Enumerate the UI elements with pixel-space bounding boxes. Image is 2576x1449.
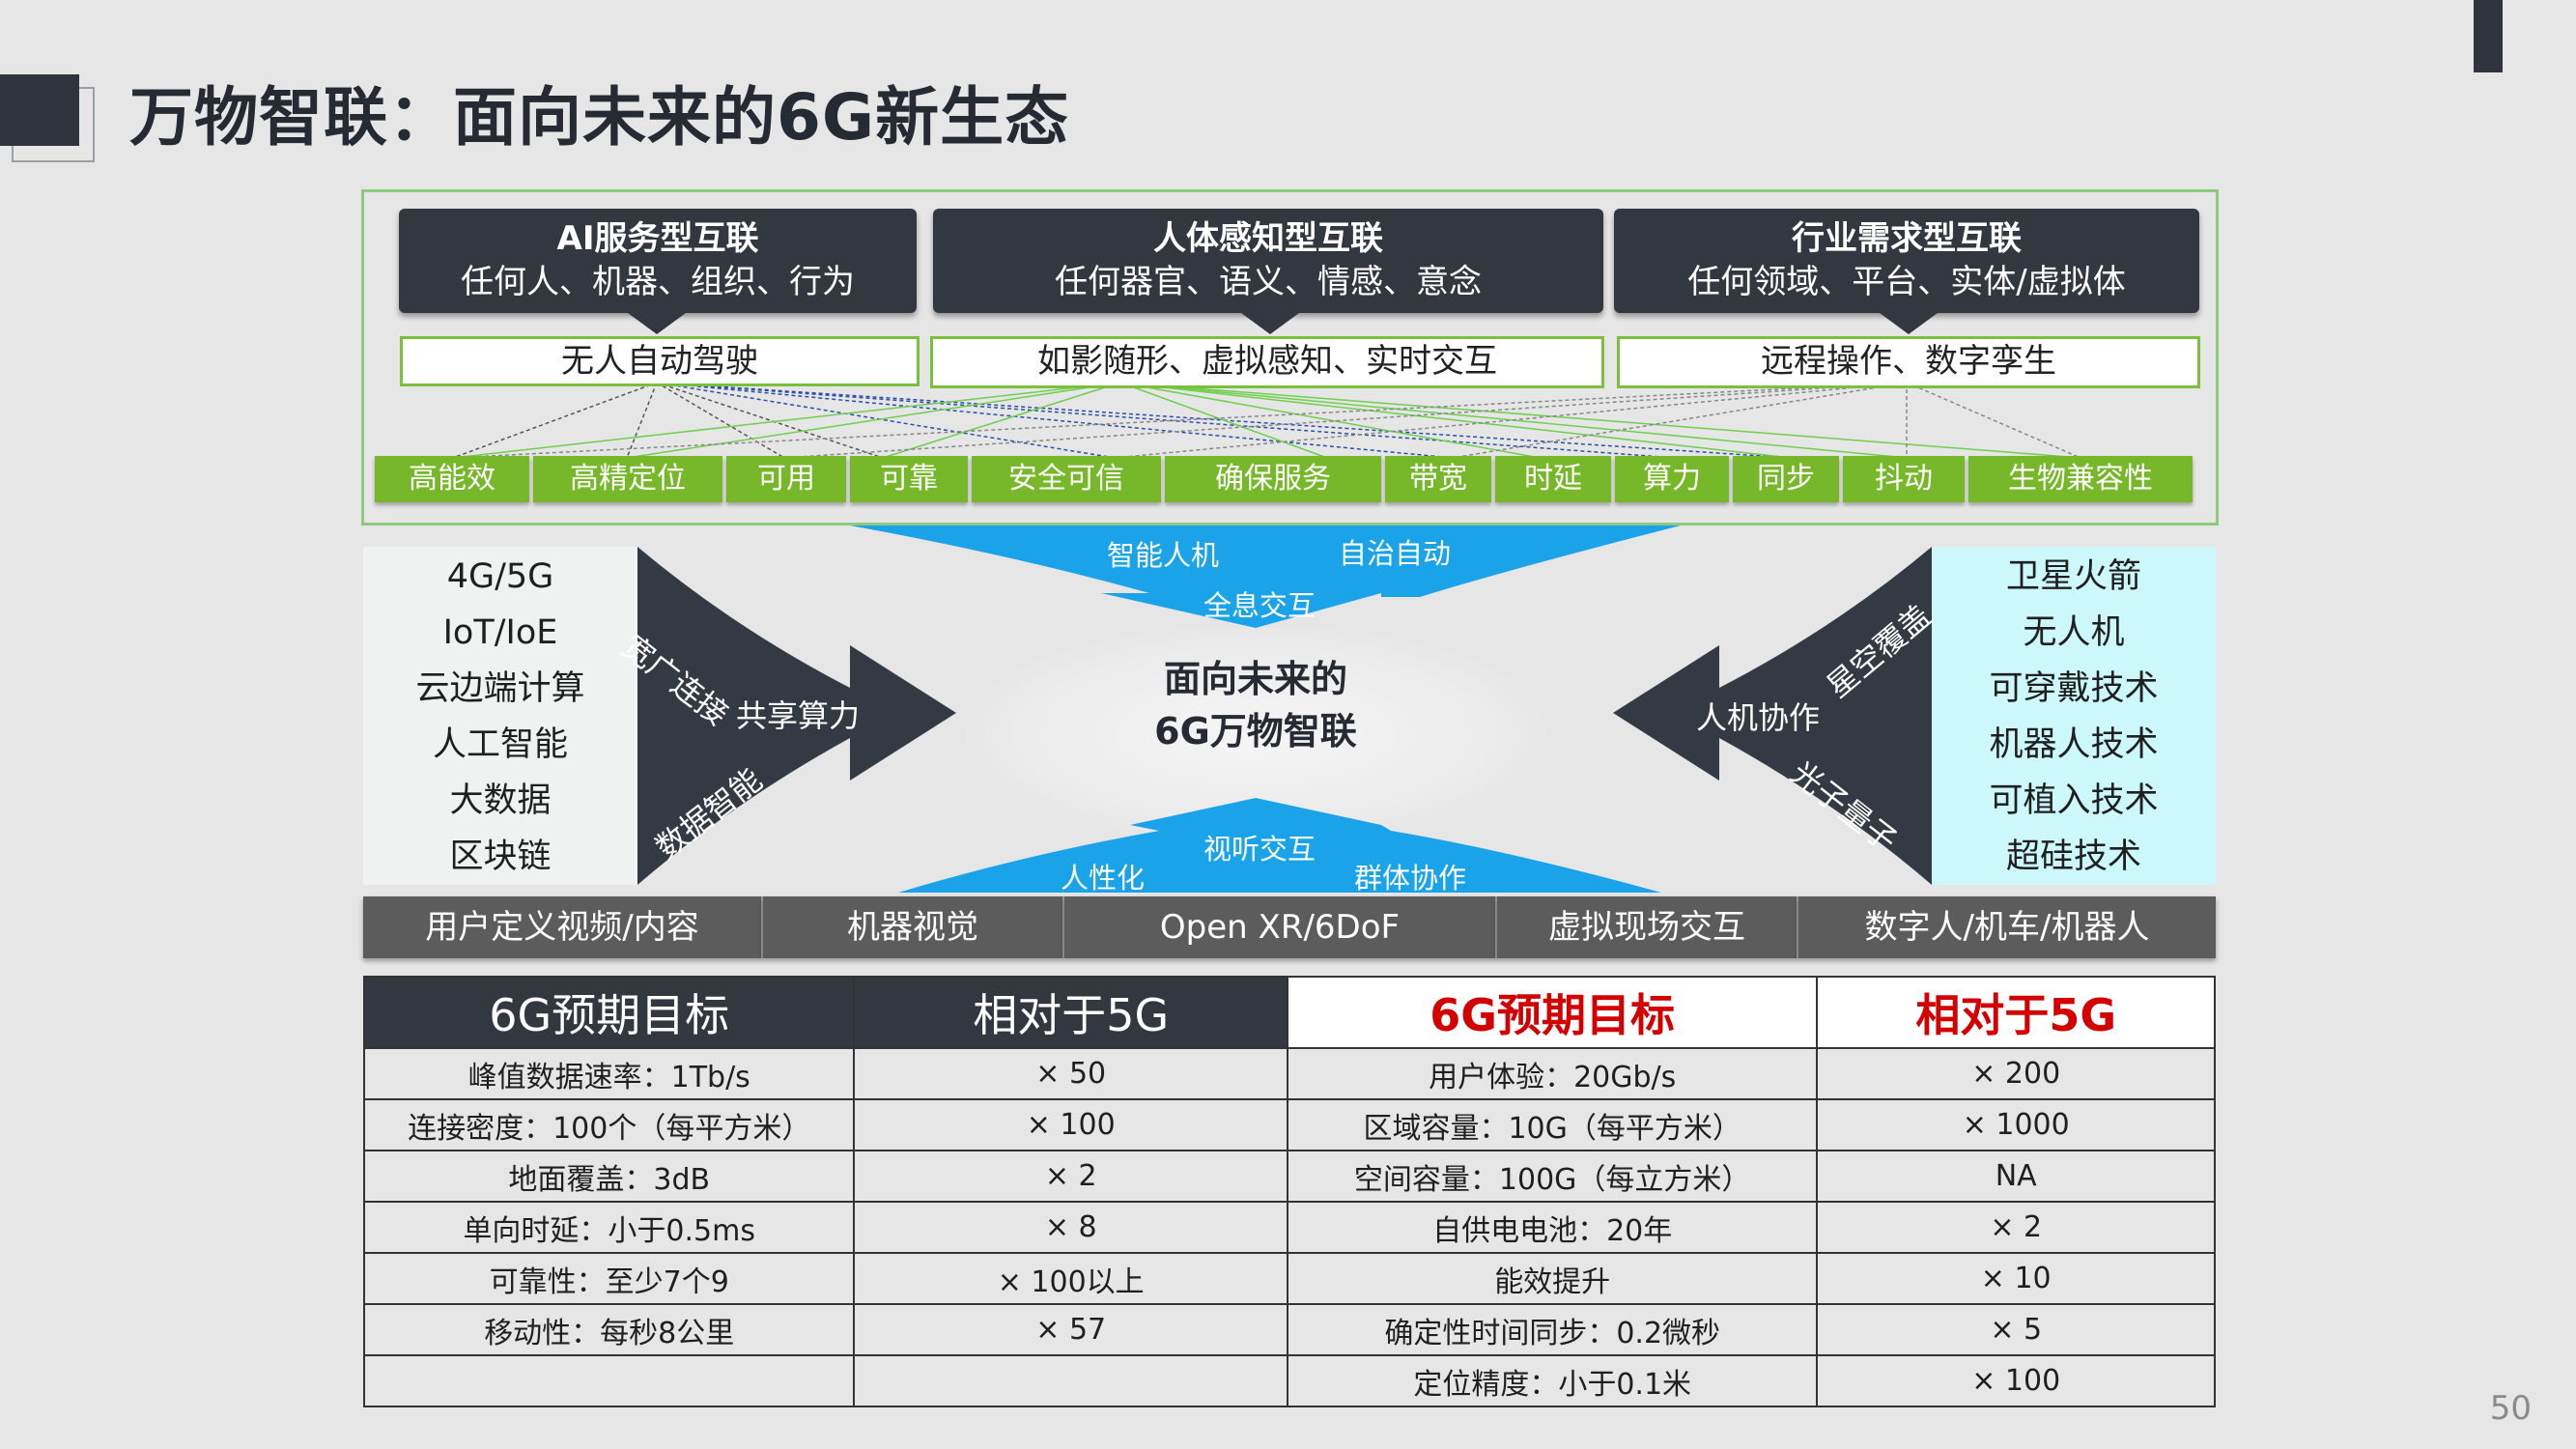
table-cell: 峰值数据速率：1Tb/s — [362, 1047, 856, 1100]
table-cell: 区域容量：10G（每平方米） — [1286, 1098, 1819, 1151]
scenario-bar-item: 用户定义视频/内容 — [363, 896, 763, 958]
bottom-arrow-label-right: 群体协作 — [1354, 862, 1467, 895]
bottom-arrow-label-left: 人性化 — [1061, 862, 1146, 895]
table-cell: × 5 — [1816, 1303, 2216, 1356]
table-cell: × 10 — [1816, 1252, 2216, 1305]
table-header: 相对于5G — [853, 976, 1288, 1049]
table-cell: 用户体验：20Gb/s — [1286, 1047, 1819, 1100]
top-arrow-label-center: 全息交互 — [1203, 589, 1316, 622]
table-row: 连接密度：100个（每平方米） × 100 区域容量：10G（每平方米） × 1… — [362, 1098, 2216, 1151]
table-cell — [362, 1354, 856, 1407]
table-row: 地面覆盖：3dB × 2 空间容量：100G（每立方米） NA — [362, 1150, 2216, 1203]
table-cell: × 50 — [853, 1047, 1288, 1100]
table-row: 移动性：每秒8公里 × 57 确定性时间同步：0.2微秒 × 5 — [362, 1303, 2216, 1356]
table-cell: × 100 — [1816, 1354, 2216, 1407]
table-cell: × 100 — [853, 1098, 1288, 1151]
table-cell: × 2 — [1816, 1201, 2216, 1254]
table-header: 6G预期目标 — [1286, 976, 1819, 1049]
table-cell: 单向时延：小于0.5ms — [362, 1201, 856, 1254]
table-cell: 连接密度：100个（每平方米） — [362, 1098, 856, 1151]
left-arrow-label-middle: 共享算力 — [736, 697, 861, 734]
table-cell: 地面覆盖：3dB — [362, 1150, 856, 1203]
table-cell: 确定性时间同步：0.2微秒 — [1286, 1303, 1819, 1356]
top-arrow-label-right: 自治自动 — [1339, 537, 1452, 570]
table-cell: 能效提升 — [1286, 1252, 1819, 1305]
table-row: 定位精度：小于0.1米 × 100 — [362, 1354, 2216, 1407]
table-row: 可靠性：至少7个9 × 100以上 能效提升 × 10 — [362, 1252, 2216, 1305]
right-arrow-label-middle: 人机协作 — [1696, 699, 1821, 736]
table-cell: × 2 — [853, 1150, 1288, 1203]
bottom-arrow-label-center: 视听交互 — [1203, 833, 1316, 866]
kpi-table: 6G预期目标 相对于5G 6G预期目标 相对于5G 峰值数据速率：1Tb/s ×… — [362, 976, 2216, 1407]
scenario-bar-item: 机器视觉 — [763, 896, 1064, 958]
scenario-bar-item: 数字人/机车/机器人 — [1798, 896, 2216, 958]
table-cell: 定位精度：小于0.1米 — [1286, 1354, 1819, 1407]
table-cell: × 1000 — [1816, 1098, 2216, 1151]
table-row: 峰值数据速率：1Tb/s × 50 用户体验：20Gb/s × 200 — [362, 1047, 2216, 1100]
table-header: 相对于5G — [1816, 976, 2216, 1049]
table-cell: 可靠性：至少7个9 — [362, 1252, 856, 1305]
table-cell: × 57 — [853, 1303, 1288, 1356]
table-cell: 自供电电池：20年 — [1286, 1201, 1819, 1254]
scenario-bar-item: 虚拟现场交互 — [1497, 896, 1798, 958]
top-arrow-label-left: 智能人机 — [1107, 539, 1220, 572]
table-cell — [853, 1354, 1288, 1407]
table-header-row: 6G预期目标 相对于5G 6G预期目标 相对于5G — [362, 976, 2216, 1049]
table-cell: × 100以上 — [853, 1252, 1288, 1305]
table-cell: × 8 — [853, 1201, 1288, 1254]
table-header: 6G预期目标 — [362, 976, 856, 1049]
table-cell: NA — [1816, 1150, 2216, 1203]
table-cell: × 200 — [1816, 1047, 2216, 1100]
table-cell: 移动性：每秒8公里 — [362, 1303, 856, 1356]
scenario-bar-item: Open XR/6DoF — [1064, 896, 1497, 958]
table-cell: 空间容量：100G（每立方米） — [1286, 1150, 1819, 1203]
table-row: 单向时延：小于0.5ms × 8 自供电电池：20年 × 2 — [362, 1201, 2216, 1254]
